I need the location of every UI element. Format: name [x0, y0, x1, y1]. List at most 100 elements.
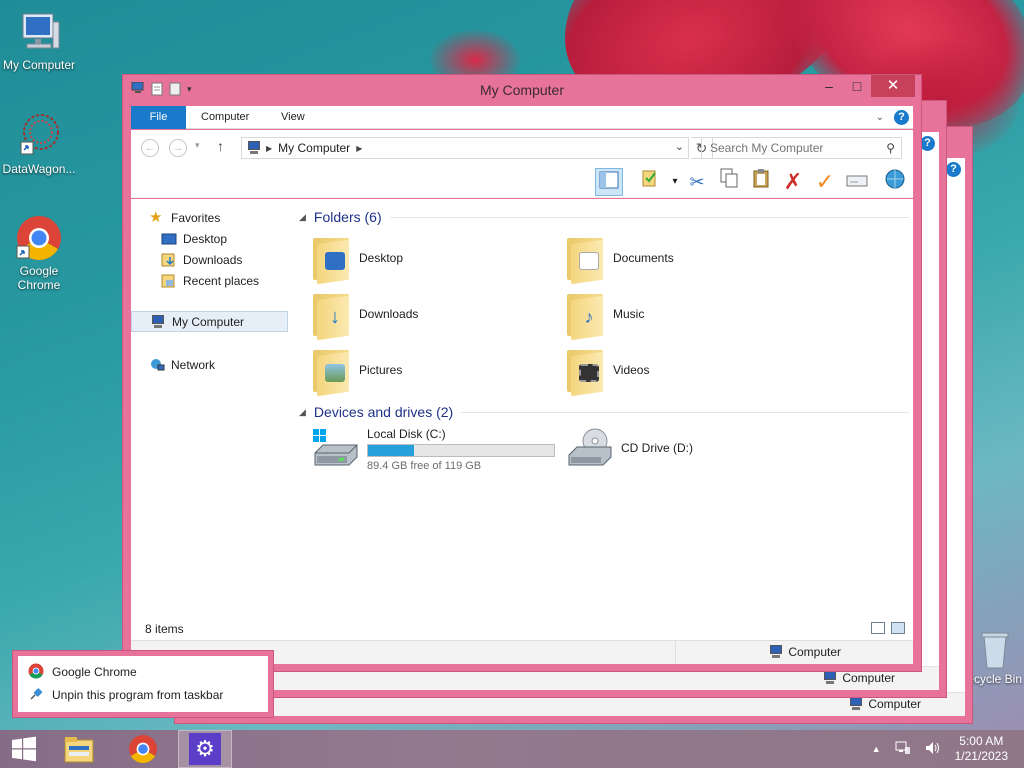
- network-status-icon[interactable]: [895, 741, 911, 758]
- up-button[interactable]: ↑: [217, 138, 224, 154]
- collapse-icon[interactable]: ◢: [299, 407, 306, 418]
- unpin-icon: [28, 686, 44, 705]
- desktop-icon-label: Google Chrome: [17, 264, 61, 292]
- drive-cd-d[interactable]: CD Drive (D:): [565, 427, 693, 469]
- computer-icon: [150, 314, 166, 329]
- rename-icon[interactable]: ✓: [811, 168, 839, 196]
- nav-favorites-label: Favorites: [171, 210, 221, 225]
- folder-downloads[interactable]: ↓ Downloads: [311, 287, 418, 341]
- ribbon-tabs: File Computer View ⌄ ?: [131, 106, 913, 129]
- help-icon[interactable]: ?: [920, 136, 935, 151]
- close-button[interactable]: ✕: [871, 75, 915, 97]
- divider: [675, 641, 676, 664]
- divider: [461, 411, 909, 413]
- disk-usage-fill: [368, 445, 415, 456]
- jump-list-label: Unpin this program from taskbar: [52, 688, 224, 702]
- address-dropdown-icon[interactable]: ⌄: [675, 140, 684, 153]
- address-bar[interactable]: ▶ My Computer ▶ ⌄: [241, 137, 689, 159]
- breadcrumb-separator-icon[interactable]: ▶: [356, 144, 362, 153]
- volume-icon[interactable]: [925, 741, 941, 758]
- devices-group-header[interactable]: ◢ Devices and drives (2): [299, 402, 909, 422]
- nav-desktop[interactable]: Desktop: [161, 228, 227, 249]
- copy-icon[interactable]: [715, 168, 743, 196]
- system-tray: ▲ 5:00 AM 1/21/2023: [872, 730, 1024, 768]
- folder-desktop[interactable]: Desktop: [311, 231, 403, 285]
- taskbar-google-chrome[interactable]: [116, 730, 170, 768]
- paste-icon[interactable]: [747, 168, 775, 196]
- nav-downloads[interactable]: Downloads: [161, 249, 242, 270]
- desktop-icon-datawagon[interactable]: DataWagon...: [0, 112, 78, 176]
- folders-group-label: Folders (6): [313, 209, 382, 225]
- maximize-button[interactable]: □: [843, 75, 871, 97]
- clock[interactable]: 5:00 AM 1/21/2023: [955, 734, 1008, 764]
- network-icon: [149, 358, 165, 372]
- downloads-icon: [161, 253, 177, 267]
- jump-list-item-unpin[interactable]: Unpin this program from taskbar: [28, 685, 223, 705]
- jump-list-item-open-chrome[interactable]: Google Chrome: [28, 662, 137, 682]
- minimize-button[interactable]: –: [815, 75, 843, 97]
- recent-locations-icon[interactable]: ▾: [195, 140, 200, 151]
- nav-network[interactable]: Network: [149, 354, 215, 375]
- desktop-icon-label: DataWagon...: [2, 162, 76, 176]
- taskbar: ⚙ ▲ 5:00 AM 1/21/2023: [0, 730, 1024, 768]
- file-explorer-icon: [64, 737, 94, 763]
- drive-local-disk-c[interactable]: Local Disk (C:) 89.4 GB free of 119 GB: [311, 427, 555, 472]
- tab-file[interactable]: File: [131, 106, 186, 129]
- navigation-pane-button[interactable]: [595, 168, 623, 196]
- chrome-icon: [15, 214, 63, 262]
- drive-free-space: 89.4 GB free of 119 GB: [367, 460, 482, 472]
- chrome-icon: [28, 663, 44, 682]
- network-shell-icon[interactable]: [881, 168, 909, 196]
- help-icon[interactable]: ?: [894, 110, 909, 125]
- properties-button[interactable]: [636, 168, 664, 196]
- nav-recent-places-label: Recent places: [183, 273, 260, 288]
- recent-places-icon: [161, 274, 177, 288]
- large-icons-view-icon[interactable]: [891, 622, 905, 634]
- status-bar: 8 items: [131, 618, 913, 640]
- details-view-icon[interactable]: [871, 622, 885, 634]
- desktop-icon-label: My Computer: [2, 58, 76, 72]
- view-switcher: [871, 622, 905, 634]
- downloads-folder-icon: ↓: [311, 290, 351, 341]
- map-drive-icon[interactable]: [843, 168, 871, 196]
- folder-music[interactable]: ♪ Music: [565, 287, 644, 341]
- back-button[interactable]: ←: [141, 139, 159, 157]
- nav-desktop-label: Desktop: [183, 231, 228, 246]
- nav-recent-places[interactable]: Recent places: [161, 270, 259, 291]
- folder-pictures[interactable]: Pictures: [311, 343, 402, 397]
- folder-documents[interactable]: Documents: [565, 231, 674, 285]
- taskbar-file-explorer[interactable]: [52, 730, 106, 768]
- status-location-label: Computer: [788, 645, 841, 659]
- tab-computer[interactable]: Computer: [187, 106, 263, 129]
- nav-my-computer[interactable]: My Computer: [131, 311, 288, 332]
- breadcrumb-my-computer[interactable]: My Computer: [278, 141, 350, 155]
- desktop-icon-my-computer[interactable]: My Computer: [0, 8, 78, 72]
- taskbar-settings[interactable]: ⚙: [178, 730, 232, 768]
- clock-date: 1/21/2023: [954, 749, 1008, 763]
- breadcrumb-separator-icon[interactable]: ▶: [266, 144, 272, 153]
- start-button[interactable]: [0, 730, 48, 768]
- folder-label: Music: [613, 307, 645, 321]
- show-hidden-icons-icon[interactable]: ▲: [872, 744, 881, 754]
- computer-icon: [848, 697, 864, 711]
- help-icon[interactable]: ?: [946, 162, 961, 177]
- folders-group-header[interactable]: ◢ Folders (6): [299, 207, 909, 227]
- nav-favorites[interactable]: ★ Favorites: [149, 207, 220, 228]
- tab-view[interactable]: View: [267, 106, 319, 129]
- desktop-icon-google-chrome[interactable]: Google Chrome: [0, 214, 78, 292]
- explorer-window[interactable]: ▾ My Computer – □ ✕ File Computer View ⌄…: [122, 74, 922, 672]
- desktop-folder-icon: [311, 234, 351, 285]
- search-input[interactable]: [702, 138, 872, 158]
- collapse-icon[interactable]: ◢: [299, 212, 306, 223]
- delete-icon[interactable]: ✗: [779, 168, 807, 196]
- ribbon-controls: ⌄ ?: [876, 110, 909, 125]
- cut-icon[interactable]: ✂: [683, 168, 711, 196]
- folder-videos[interactable]: Videos: [565, 343, 649, 397]
- computer-icon: [822, 671, 838, 685]
- nav-network-label: Network: [171, 357, 216, 372]
- title-bar[interactable]: ▾ My Computer – □ ✕: [123, 75, 921, 105]
- status-location-label: Computer: [868, 697, 921, 711]
- expand-ribbon-icon[interactable]: ⌄: [876, 112, 884, 123]
- forward-button[interactable]: →: [169, 139, 187, 157]
- search-box[interactable]: ⚲: [701, 137, 902, 159]
